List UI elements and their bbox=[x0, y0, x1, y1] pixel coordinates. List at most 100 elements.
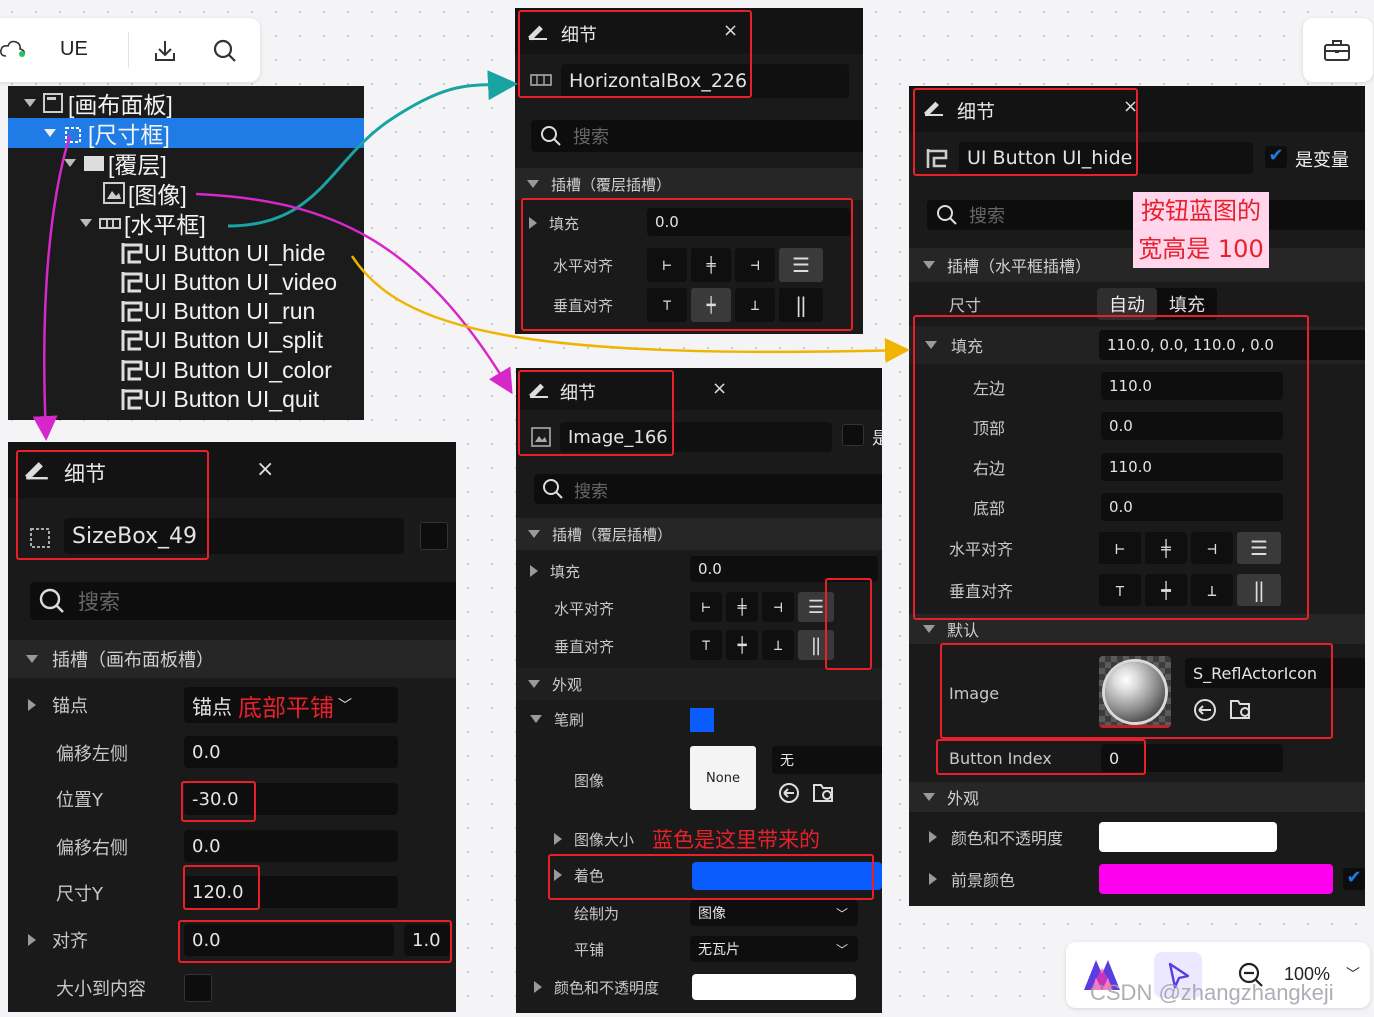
expand-arrow-icon[interactable] bbox=[530, 565, 538, 577]
align-left-icon[interactable]: ⊢ bbox=[647, 248, 687, 282]
is-variable-checkbox[interactable] bbox=[842, 424, 864, 446]
tree-item-button[interactable]: UI Button UI_hide bbox=[8, 238, 364, 268]
close-icon[interactable]: × bbox=[723, 20, 738, 41]
align-right-icon[interactable]: ⊣ bbox=[1191, 532, 1233, 564]
expand-arrow-icon[interactable] bbox=[28, 699, 36, 711]
section-slot[interactable]: 插槽（画布面板槽） bbox=[8, 640, 456, 678]
size-auto-option[interactable]: 自动 bbox=[1097, 288, 1157, 320]
padding-bottom-field[interactable]: 0.0 bbox=[1101, 493, 1283, 521]
fill-value-field[interactable]: 0.0 bbox=[690, 556, 878, 582]
section-slot[interactable]: 插槽（覆层插槽） bbox=[516, 518, 882, 550]
image-asset-field[interactable]: S_ReflActorIcon bbox=[1185, 658, 1365, 688]
align-fill-vertical-icon[interactable]: ‖ bbox=[779, 288, 823, 322]
padding-top-field[interactable]: 0.0 bbox=[1101, 412, 1283, 440]
color-opacity-swatch[interactable] bbox=[692, 974, 856, 1000]
anchor-dropdown[interactable]: 锚点 底部平铺 ﹀ bbox=[184, 687, 398, 723]
tree-item-horizontal-box[interactable]: [水平框] bbox=[8, 208, 364, 238]
section-slot[interactable]: 插槽（覆层插槽） bbox=[515, 168, 863, 200]
tree-item-button[interactable]: UI Button UI_run bbox=[8, 296, 364, 326]
image-asset-field[interactable]: 无 bbox=[772, 746, 882, 774]
alignment-x-field[interactable]: 0.0 bbox=[184, 924, 394, 956]
tree-item-button[interactable]: UI Button UI_split bbox=[8, 325, 364, 355]
align-fill-vertical-icon[interactable]: ‖ bbox=[798, 630, 834, 660]
alignment-y-field[interactable]: 1.0 bbox=[404, 924, 450, 956]
section-appearance[interactable]: 外观 bbox=[909, 782, 1365, 812]
use-selected-asset-icon[interactable] bbox=[1193, 698, 1217, 726]
tree-item-overlay[interactable]: [覆层] bbox=[8, 148, 364, 178]
browse-asset-icon[interactable] bbox=[812, 782, 836, 808]
app-label[interactable]: UE bbox=[60, 38, 88, 61]
image-asset-thumbnail[interactable] bbox=[1099, 656, 1171, 728]
search-field[interactable]: 搜索 bbox=[531, 120, 863, 152]
align-middle-icon[interactable]: ┿ bbox=[1145, 574, 1187, 606]
offset-right-field[interactable]: 0.0 bbox=[184, 830, 398, 862]
align-right-icon[interactable]: ⊣ bbox=[735, 248, 775, 282]
tree-item-canvas-panel[interactable]: [画布面板] bbox=[8, 88, 364, 118]
align-top-icon[interactable]: ⊤ bbox=[1099, 574, 1141, 606]
align-top-icon[interactable]: ⊤ bbox=[647, 288, 687, 322]
widget-name-field[interactable]: UI Button UI_hide bbox=[959, 142, 1253, 174]
widget-name-field[interactable]: SizeBox_49 bbox=[64, 518, 404, 554]
close-icon[interactable]: × bbox=[1123, 96, 1138, 117]
section-default[interactable]: 默认 bbox=[909, 614, 1365, 644]
draw-as-dropdown[interactable]: 图像 ﹀ bbox=[690, 900, 858, 926]
color-opacity-swatch[interactable] bbox=[1099, 822, 1277, 852]
align-middle-icon[interactable]: ┿ bbox=[691, 288, 731, 322]
chevron-down-icon[interactable]: ﹀ bbox=[1346, 964, 1360, 984]
align-center-icon[interactable]: ╪ bbox=[726, 592, 758, 622]
tree-item-size-box[interactable]: [尺寸框] bbox=[8, 118, 364, 148]
toolbox-button[interactable] bbox=[1303, 18, 1373, 82]
padding-left-field[interactable]: 110.0 bbox=[1101, 372, 1283, 400]
tree-item-button[interactable]: UI Button UI_quit bbox=[8, 384, 364, 414]
tiling-dropdown[interactable]: 无瓦片 ﹀ bbox=[690, 936, 858, 962]
expand-arrow-icon[interactable] bbox=[929, 831, 937, 843]
expand-arrow-icon[interactable] bbox=[554, 869, 562, 881]
download-icon[interactable] bbox=[152, 38, 178, 64]
align-fill-icon[interactable]: ☰ bbox=[798, 592, 834, 622]
align-bottom-icon[interactable]: ⊥ bbox=[1191, 574, 1233, 606]
foreground-color-checkbox[interactable]: ✔ bbox=[1343, 868, 1365, 890]
size-y-field[interactable]: 120.0 bbox=[184, 876, 398, 908]
button-index-field[interactable]: 0 bbox=[1101, 744, 1283, 772]
foreground-color-swatch[interactable] bbox=[1099, 864, 1333, 894]
search-field[interactable]: 搜索 bbox=[534, 474, 882, 504]
expand-arrow-icon[interactable] bbox=[28, 934, 36, 946]
brush-color-swatch[interactable] bbox=[690, 708, 714, 732]
is-variable-checkbox[interactable]: ✔ bbox=[1265, 146, 1287, 168]
expand-arrow-icon[interactable] bbox=[64, 159, 76, 167]
align-center-icon[interactable]: ╪ bbox=[691, 248, 731, 282]
expand-arrow-icon[interactable] bbox=[529, 217, 537, 229]
align-right-icon[interactable]: ⊣ bbox=[762, 592, 794, 622]
align-top-icon[interactable]: ⊤ bbox=[690, 630, 722, 660]
padding-right-field[interactable]: 110.0 bbox=[1101, 453, 1283, 481]
expand-arrow-icon[interactable] bbox=[554, 833, 562, 845]
expand-arrow-icon[interactable] bbox=[534, 981, 542, 993]
size-to-content-checkbox[interactable] bbox=[184, 974, 212, 1002]
align-center-icon[interactable]: ╪ bbox=[1145, 532, 1187, 564]
collapse-arrow-icon[interactable] bbox=[925, 341, 937, 349]
is-variable-checkbox[interactable] bbox=[420, 522, 448, 550]
close-icon[interactable]: × bbox=[712, 378, 727, 399]
close-icon[interactable]: × bbox=[256, 457, 274, 482]
align-bottom-icon[interactable]: ⊥ bbox=[735, 288, 775, 322]
padding-summary-field[interactable]: 110.0, 0.0, 110.0 , 0.0 bbox=[1099, 330, 1365, 360]
align-bottom-icon[interactable]: ⊥ bbox=[762, 630, 794, 660]
search-icon[interactable] bbox=[212, 38, 238, 64]
expand-arrow-icon[interactable] bbox=[929, 873, 937, 885]
expand-arrow-icon[interactable] bbox=[44, 129, 56, 137]
align-middle-icon[interactable]: ┿ bbox=[726, 630, 758, 660]
use-selected-asset-icon[interactable] bbox=[778, 782, 800, 808]
section-appearance[interactable]: 外观 bbox=[516, 668, 882, 700]
size-fill-option[interactable]: 填充 bbox=[1157, 288, 1217, 320]
fill-value-field[interactable]: 0.0 bbox=[647, 208, 851, 236]
image-thumbnail[interactable]: None bbox=[690, 746, 756, 810]
browse-asset-icon[interactable] bbox=[1229, 698, 1255, 726]
align-left-icon[interactable]: ⊢ bbox=[690, 592, 722, 622]
align-left-icon[interactable]: ⊢ bbox=[1099, 532, 1141, 564]
tint-color-swatch[interactable] bbox=[692, 862, 882, 890]
collapse-arrow-icon[interactable] bbox=[530, 715, 542, 723]
widget-name-field[interactable]: HorizontalBox_226 bbox=[561, 64, 849, 98]
expand-arrow-icon[interactable] bbox=[24, 99, 36, 107]
align-fill-vertical-icon[interactable]: ‖ bbox=[1237, 574, 1281, 606]
offset-left-field[interactable]: 0.0 bbox=[184, 736, 398, 768]
